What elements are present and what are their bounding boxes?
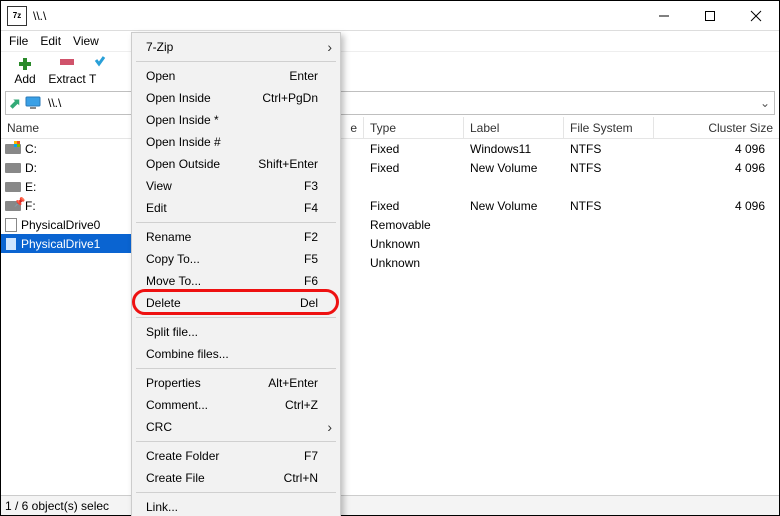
drive-icon: 📌 — [5, 201, 21, 211]
ctx-comment[interactable]: Comment...Ctrl+Z — [132, 394, 340, 416]
header-cluster[interactable]: Cluster Size — [654, 117, 779, 138]
ctx-link[interactable]: Link... — [132, 496, 340, 516]
drive-icon — [5, 163, 21, 173]
close-button[interactable] — [733, 1, 779, 30]
drive-icon — [5, 182, 21, 192]
ctx-create-folder[interactable]: Create FolderF7 — [132, 445, 340, 467]
menu-file[interactable]: File — [5, 34, 32, 48]
status-text: 1 / 6 object(s) selec — [5, 499, 109, 513]
menu-edit[interactable]: Edit — [36, 34, 65, 48]
context-menu: 7-Zip OpenEnter Open InsideCtrl+PgDn Ope… — [131, 32, 341, 516]
separator — [136, 61, 336, 62]
chevron-down-icon[interactable]: ⌄ — [756, 96, 774, 110]
separator — [136, 441, 336, 442]
separator — [136, 317, 336, 318]
separator — [136, 492, 336, 493]
item-name: E: — [25, 180, 36, 194]
drive-icon — [5, 144, 21, 154]
ctx-crc[interactable]: CRC — [132, 416, 340, 438]
ctx-split-file[interactable]: Split file... — [132, 321, 340, 343]
window-title: \\.\ — [33, 9, 641, 23]
test-label: T — [89, 72, 96, 86]
item-name: F: — [25, 199, 36, 213]
ctx-combine-files[interactable]: Combine files... — [132, 343, 340, 365]
window-controls — [641, 1, 779, 30]
separator — [136, 368, 336, 369]
menu-view[interactable]: View — [69, 34, 103, 48]
extract-label: Extract — [48, 72, 85, 86]
up-arrow-icon[interactable]: ⬈ — [6, 95, 24, 112]
item-name: PhysicalDrive0 — [21, 218, 100, 232]
maximize-button[interactable] — [687, 1, 733, 30]
minimize-button[interactable] — [641, 1, 687, 30]
file-pane[interactable]: C: D: E: 📌 F: PhysicalDrive0 PhysicalDriv… — [1, 139, 779, 495]
ctx-create-file[interactable]: Create FileCtrl+N — [132, 467, 340, 489]
extract-icon — [56, 56, 78, 72]
header-type[interactable]: Type — [364, 117, 464, 138]
ctx-open[interactable]: OpenEnter — [132, 65, 340, 87]
add-label: Add — [14, 72, 35, 86]
ctx-delete[interactable]: DeleteDel — [132, 292, 340, 314]
ctx-rename[interactable]: RenameF2 — [132, 226, 340, 248]
separator — [136, 222, 336, 223]
ctx-7zip[interactable]: 7-Zip — [132, 36, 340, 58]
ctx-view[interactable]: ViewF3 — [132, 175, 340, 197]
app-icon: 7z — [7, 6, 27, 26]
ctx-open-inside-hash[interactable]: Open Inside # — [132, 131, 340, 153]
ctx-edit[interactable]: EditF4 — [132, 197, 340, 219]
ctx-open-inside[interactable]: Open InsideCtrl+PgDn — [132, 87, 340, 109]
item-name: PhysicalDrive1 — [21, 237, 100, 251]
add-button[interactable]: Add — [5, 53, 45, 89]
extract-button[interactable]: Extract — [47, 53, 87, 89]
header-filesystem[interactable]: File System — [564, 117, 654, 138]
ctx-properties[interactable]: PropertiesAlt+Enter — [132, 372, 340, 394]
ctx-move-to[interactable]: Move To...F6 — [132, 270, 340, 292]
item-name: C: — [25, 142, 37, 156]
computer-icon — [24, 96, 42, 110]
test-button[interactable]: T — [89, 53, 109, 89]
test-icon — [89, 56, 111, 72]
file-icon — [5, 218, 17, 232]
app-window: 7z \\.\ File Edit View Add Extract T ⬈ \… — [0, 0, 780, 516]
column-headers[interactable]: Name e e Type Label File System Cluster … — [1, 117, 779, 139]
addressbar[interactable]: ⬈ \\.\ ⌄ — [5, 91, 775, 115]
statusbar: 1 / 6 object(s) selec — [1, 495, 779, 515]
item-name: D: — [25, 161, 37, 175]
file-icon — [5, 237, 17, 251]
menubar: File Edit View — [1, 31, 779, 51]
toolbar: Add Extract T — [1, 51, 779, 89]
ctx-copy-to[interactable]: Copy To...F5 — [132, 248, 340, 270]
plus-icon — [14, 56, 36, 72]
ctx-open-inside-star[interactable]: Open Inside * — [132, 109, 340, 131]
header-label[interactable]: Label — [464, 117, 564, 138]
ctx-open-outside[interactable]: Open OutsideShift+Enter — [132, 153, 340, 175]
titlebar[interactable]: 7z \\.\ — [1, 1, 779, 31]
